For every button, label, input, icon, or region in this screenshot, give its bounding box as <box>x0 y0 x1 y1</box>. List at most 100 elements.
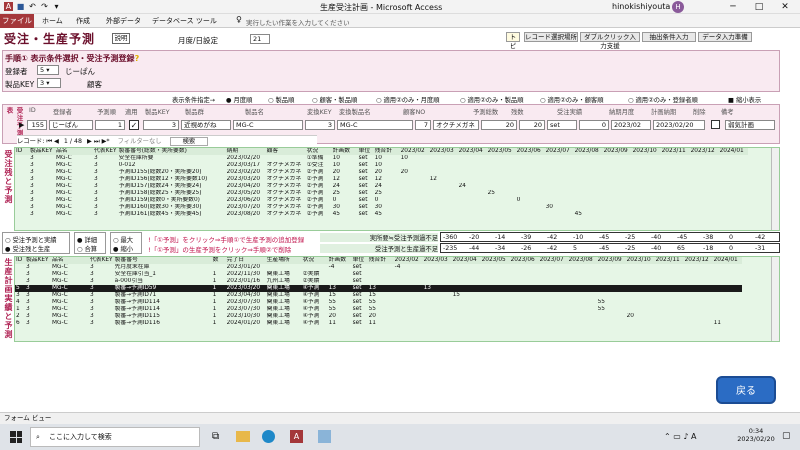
table-cell[interactable]: 予測ID157(総数24・実所要24) <box>118 183 226 190</box>
table-cell[interactable] <box>539 299 568 306</box>
table-cell[interactable]: a-000引当 <box>114 278 212 285</box>
table-cell[interactable]: 予測ID159(総数0・実所要数0) <box>118 197 226 204</box>
table-cell[interactable] <box>713 299 742 306</box>
delete-checkbox[interactable] <box>711 120 720 129</box>
table-cell[interactable] <box>423 271 452 278</box>
table-cell[interactable] <box>632 204 661 211</box>
table-cell[interactable]: 0-012 <box>118 162 226 169</box>
table-cell[interactable] <box>15 211 29 218</box>
table-cell[interactable] <box>400 211 429 218</box>
table-cell[interactable] <box>568 306 597 313</box>
column-header[interactable]: 2023/08 <box>567 257 597 264</box>
table-cell[interactable]: 製番→予測ID116 <box>114 320 212 327</box>
table-cell[interactable]: 予測ID160(総数30・実所要30) <box>118 204 226 211</box>
table-cell[interactable] <box>661 211 690 218</box>
column-header[interactable]: 生産場所 <box>265 257 302 264</box>
table-cell[interactable]: オクチメガネ <box>266 211 306 218</box>
table-cell[interactable] <box>690 204 719 211</box>
table-cell[interactable]: MG-C <box>51 264 89 271</box>
table-cell[interactable] <box>632 176 661 183</box>
entry-order[interactable]: 1 <box>95 120 125 130</box>
table-cell[interactable] <box>625 285 655 292</box>
table-cell[interactable] <box>394 271 423 278</box>
table-cell[interactable] <box>574 197 603 204</box>
table-cell[interactable] <box>487 176 516 183</box>
nav-prev-icon[interactable]: ◀ <box>54 138 59 145</box>
table-cell[interactable] <box>661 183 690 190</box>
table-cell[interactable]: 55 <box>597 299 626 306</box>
table-cell[interactable] <box>539 292 568 299</box>
table-cell[interactable] <box>423 306 452 313</box>
table-cell[interactable]: ①準備 <box>306 155 332 162</box>
table-cell[interactable]: MG-C <box>51 320 89 327</box>
table-cell[interactable] <box>393 285 423 292</box>
table-cell[interactable] <box>516 176 545 183</box>
table-cell[interactable]: 25 <box>487 190 516 197</box>
table-cell[interactable]: 0 <box>374 197 400 204</box>
table-cell[interactable]: 2023/07/30 <box>226 299 266 306</box>
table-cell[interactable]: ②予測 <box>306 204 332 211</box>
table-cell[interactable] <box>510 271 539 278</box>
tab-external-data[interactable]: 外部データ <box>106 16 141 26</box>
table-cell[interactable] <box>328 278 352 285</box>
table-cell[interactable] <box>568 271 597 278</box>
table-cell[interactable]: 2023/01/20 <box>226 264 266 271</box>
table-cell[interactable]: set <box>352 306 368 313</box>
table-cell[interactable] <box>632 155 661 162</box>
column-header[interactable]: 2023/05 <box>486 148 516 155</box>
table-cell[interactable] <box>545 197 574 204</box>
column-header[interactable]: 2024/01 <box>712 257 742 264</box>
table-cell[interactable]: ②予測 <box>306 176 332 183</box>
table-cell[interactable] <box>545 169 574 176</box>
column-header[interactable]: 2023/12 <box>689 148 719 155</box>
table-cell[interactable]: 3 <box>89 306 114 313</box>
table-cell[interactable] <box>597 313 626 320</box>
minimize-icon[interactable]: ─ <box>720 0 746 14</box>
table-cell[interactable]: 3 <box>29 204 55 211</box>
table-cell[interactable] <box>655 271 684 278</box>
column-header[interactable]: 残合計 <box>373 148 400 155</box>
table-cell[interactable] <box>15 176 29 183</box>
table-cell[interactable] <box>458 211 487 218</box>
table-cell[interactable] <box>574 155 603 162</box>
table-cell[interactable]: 予測ID156(総数12・実所要数10) <box>118 176 226 183</box>
avatar[interactable]: H <box>672 1 684 13</box>
help-search-input[interactable]: 実行したい作業を入力してください <box>246 17 350 27</box>
table-cell[interactable] <box>15 264 25 271</box>
table-cell[interactable]: 3 <box>93 211 118 218</box>
maximize-icon[interactable]: □ <box>746 0 772 14</box>
sort-apply-customer[interactable]: ○ 適用②のみ・顧客順 <box>540 95 604 104</box>
table-row[interactable]: 3 MG-C 3 予測ID160(総数30・実所要30) 2023/07/20 オクチメガ… <box>15 204 748 211</box>
column-header[interactable]: 2023/06 <box>515 148 545 155</box>
table-cell[interactable] <box>394 278 423 285</box>
table-cell[interactable]: 12 <box>374 176 400 183</box>
table-cell[interactable] <box>690 197 719 204</box>
grid2-scrollbar[interactable] <box>771 257 779 341</box>
table-row[interactable]: 3 MG-C 3 予測ID159(総数0・実所要数0) 2023/06/20 オクチメガネ… <box>15 197 748 204</box>
table-cell[interactable]: set <box>358 204 374 211</box>
table-cell[interactable] <box>632 197 661 204</box>
table-cell[interactable] <box>545 176 574 183</box>
table-cell[interactable] <box>719 162 748 169</box>
entry-convert-name[interactable]: MG-C <box>337 120 413 130</box>
table-cell[interactable] <box>458 176 487 183</box>
table-cell[interactable] <box>516 183 545 190</box>
radio-min[interactable]: ● 縮小 <box>113 244 139 253</box>
radio-forecast-actual[interactable]: ○ 受注予測と実績 <box>5 235 67 244</box>
table-cell[interactable] <box>603 176 632 183</box>
table-cell[interactable] <box>302 264 328 271</box>
table-cell[interactable] <box>568 313 597 320</box>
table-cell[interactable]: 15 <box>368 292 394 299</box>
table-cell[interactable]: 3 <box>29 190 55 197</box>
table-cell[interactable]: 3 <box>89 299 114 306</box>
table-cell[interactable]: 3 <box>93 162 118 169</box>
table-cell[interactable] <box>626 299 655 306</box>
table-cell[interactable]: 九州工場 <box>266 278 302 285</box>
table-cell[interactable] <box>596 285 626 292</box>
table-cell[interactable] <box>545 162 574 169</box>
table-cell[interactable]: 1 <box>212 292 226 299</box>
column-header[interactable]: 計画数 <box>327 257 352 264</box>
table-cell[interactable]: MG-C <box>51 271 89 278</box>
table-cell[interactable]: 30 <box>545 204 574 211</box>
task-view-icon[interactable]: ⧉ <box>212 431 219 442</box>
